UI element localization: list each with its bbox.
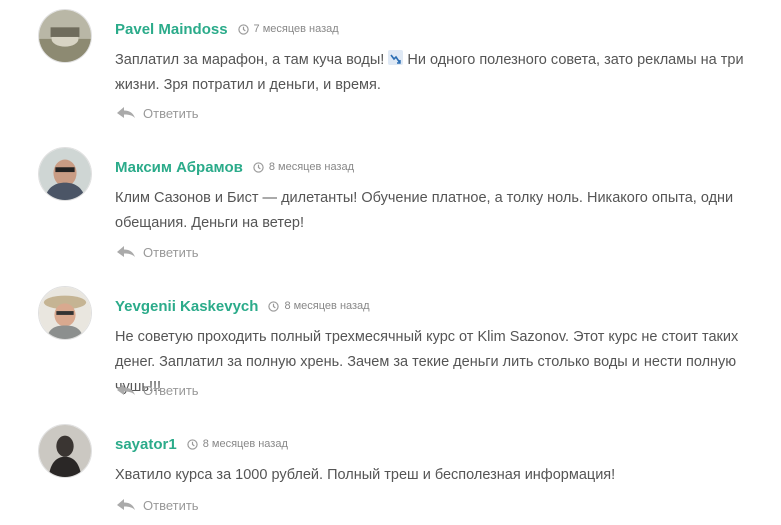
avatar[interactable] xyxy=(38,9,92,63)
comment-author[interactable]: Максим Абрамов xyxy=(115,159,243,176)
comment-date[interactable]: 8 месяцев назад xyxy=(268,300,370,312)
avatar[interactable] xyxy=(38,286,92,340)
comment-text-part: Заплатил за марафон, а там куча воды! xyxy=(115,52,389,68)
comment-author[interactable]: Yevgenii Kaskevych xyxy=(115,298,258,315)
reply-label: Ответить xyxy=(143,498,199,513)
clock-icon xyxy=(253,161,264,173)
reply-button[interactable]: Ответить xyxy=(117,383,199,398)
reply-label: Ответить xyxy=(143,245,199,260)
clock-icon xyxy=(187,438,198,450)
reply-button[interactable]: Ответить xyxy=(117,106,199,121)
comment: Pavel Maindoss 7 месяцев назад Заплатил … xyxy=(0,9,781,129)
comment-text: Не советую проходить полный трехмесячный… xyxy=(115,329,739,395)
comment: Yevgenii Kaskevych 8 месяцев назад Не со… xyxy=(0,286,781,406)
comment-date-text: 8 месяцев назад xyxy=(268,161,355,173)
comment-date-text: 7 месяцев назад xyxy=(253,23,339,35)
reply-label: Ответить xyxy=(143,383,199,398)
comment-date[interactable]: 8 месяцев назад xyxy=(187,438,288,450)
comment-date[interactable]: 7 месяцев назад xyxy=(237,23,339,35)
comment-date-text: 8 месяцев назад xyxy=(202,438,288,450)
comment-text: Заплатил за марафон, а там куча воды! Ни… xyxy=(115,48,775,98)
avatar[interactable] xyxy=(38,424,92,478)
comment: Максим Абрамов 8 месяцев назад Клим Сазо… xyxy=(0,147,781,267)
comment-text: Клим Сазонов и Бист — дилетанты! Обучени… xyxy=(115,190,734,231)
reply-label: Ответить xyxy=(143,106,199,121)
avatar[interactable] xyxy=(38,147,92,201)
reply-arrow-icon xyxy=(117,246,135,257)
reply-button[interactable]: Ответить xyxy=(117,498,199,513)
reply-arrow-icon xyxy=(117,107,135,118)
reply-arrow-icon xyxy=(117,384,135,395)
comment-author[interactable]: sayator1 xyxy=(115,436,177,453)
reply-button[interactable]: Ответить xyxy=(117,245,199,260)
reply-arrow-icon xyxy=(117,499,135,510)
clock-icon xyxy=(237,23,249,35)
comment-text: Хватило курса за 1000 рублей. Полный тре… xyxy=(115,467,616,483)
clock-icon xyxy=(268,300,280,312)
comment-date-text: 8 месяцев назад xyxy=(284,300,370,312)
comment-author[interactable]: Pavel Maindoss xyxy=(115,21,228,38)
comment-date[interactable]: 8 месяцев назад xyxy=(253,161,354,173)
chart-decreasing-icon xyxy=(388,50,404,65)
comment: sayator1 8 месяцев назад Хватило курса з… xyxy=(0,424,781,525)
